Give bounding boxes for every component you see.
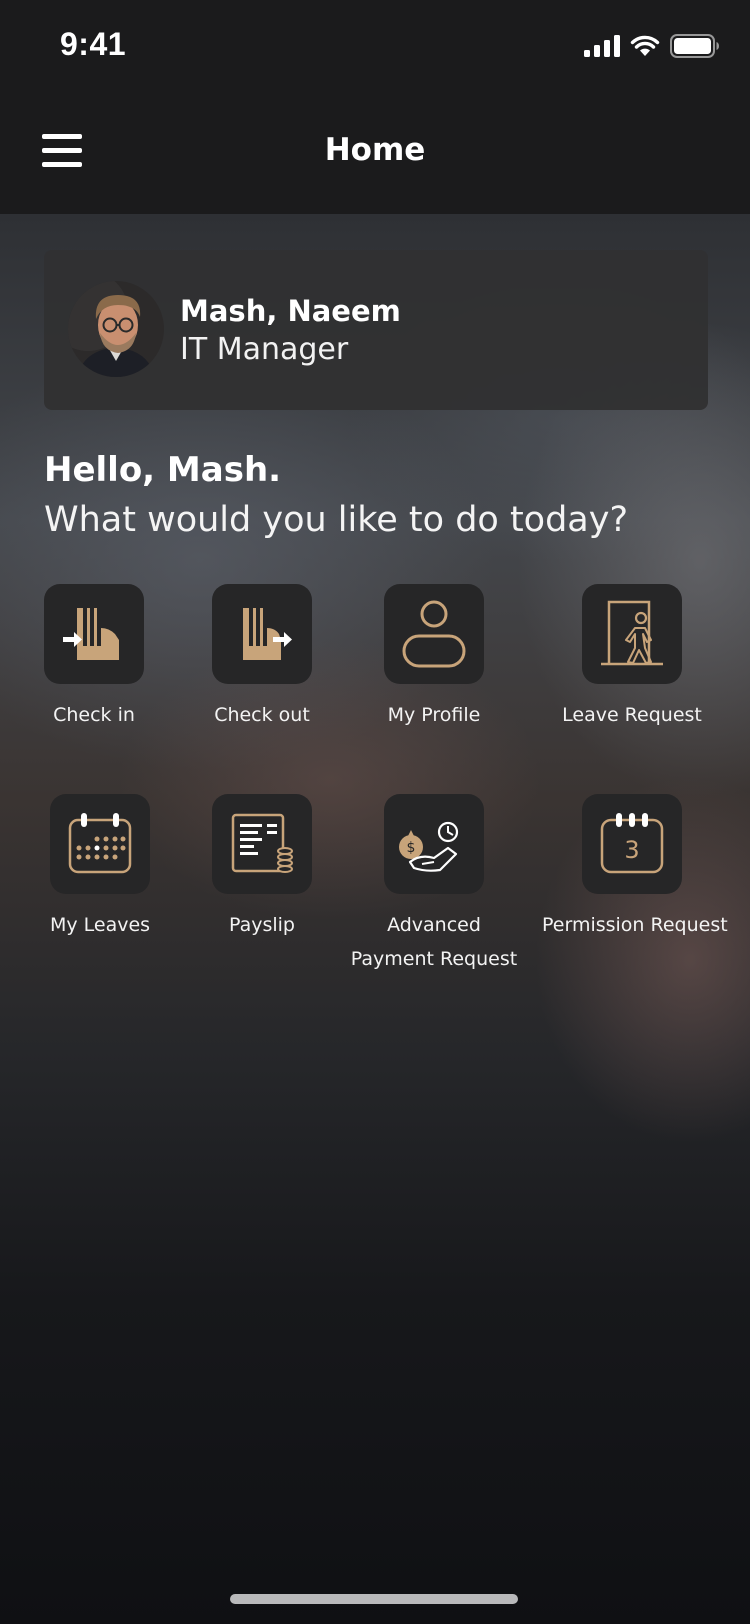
navigation-bar: Home [0,92,750,214]
svg-text:$: $ [407,840,416,856]
profile-icon [402,600,466,668]
avatar-portrait [68,281,164,377]
leave-request-icon [601,600,663,666]
payslip-label: Payslip [228,914,295,936]
status-icons [584,32,720,60]
user-name: Mash, Naeem [180,294,401,328]
advance-payment-icon: $ [399,821,459,872]
advanced-payment-label: Advanced Payment Request [350,914,518,970]
check-in-tile [44,584,144,684]
leave-request-label: Leave Request [562,704,702,726]
check-out-label: Check out [214,704,310,726]
battery-icon [670,34,719,58]
permission-badge: 3 [624,836,639,864]
my-profile-label: My Profile [387,704,481,726]
check-in-label: Check in [53,704,135,726]
advanced-payment-tile: $ [384,794,484,894]
my-leaves-label: My Leaves [49,914,151,936]
check-in-icon [63,608,119,660]
check-out-icon [243,608,292,660]
signal-icon [584,35,620,57]
my-profile-button[interactable]: My Profile [384,584,484,732]
page-title: Home [324,132,426,168]
advanced-payment-request-button[interactable]: $ Advanced Payment Request [346,794,522,976]
status-bar: 9:41 [0,0,750,92]
permission-request-label: Permission Request [542,914,728,936]
status-time: 9:41 [60,26,127,62]
home-indicator[interactable] [230,1594,518,1604]
check-in-button[interactable]: Check in [44,584,144,732]
check-out-tile [212,584,312,684]
permission-request-tile: 3 [582,794,682,894]
payslip-button[interactable]: Payslip [212,794,312,942]
my-profile-tile [384,584,484,684]
my-leaves-tile [50,794,150,894]
greeting-prompt: What would you like to do today? [44,500,629,540]
leave-request-tile [582,584,682,684]
my-leaves-button[interactable]: My Leaves [44,794,156,942]
payslip-icon [231,813,293,873]
user-role: IT Manager [180,332,349,367]
leave-request-button[interactable]: Leave Request [562,584,702,732]
profile-card[interactable]: Mash, Naeem IT Manager [44,250,708,410]
greeting-title: Hello, Mash. [44,450,282,490]
check-out-button[interactable]: Check out [212,584,312,732]
wifi-icon [630,35,660,56]
avatar [68,281,164,377]
calendar-icon [68,813,132,874]
payslip-tile [212,794,312,894]
permission-request-button[interactable]: 3 Permission Request [542,794,728,942]
permission-calendar-icon: 3 [600,813,664,874]
